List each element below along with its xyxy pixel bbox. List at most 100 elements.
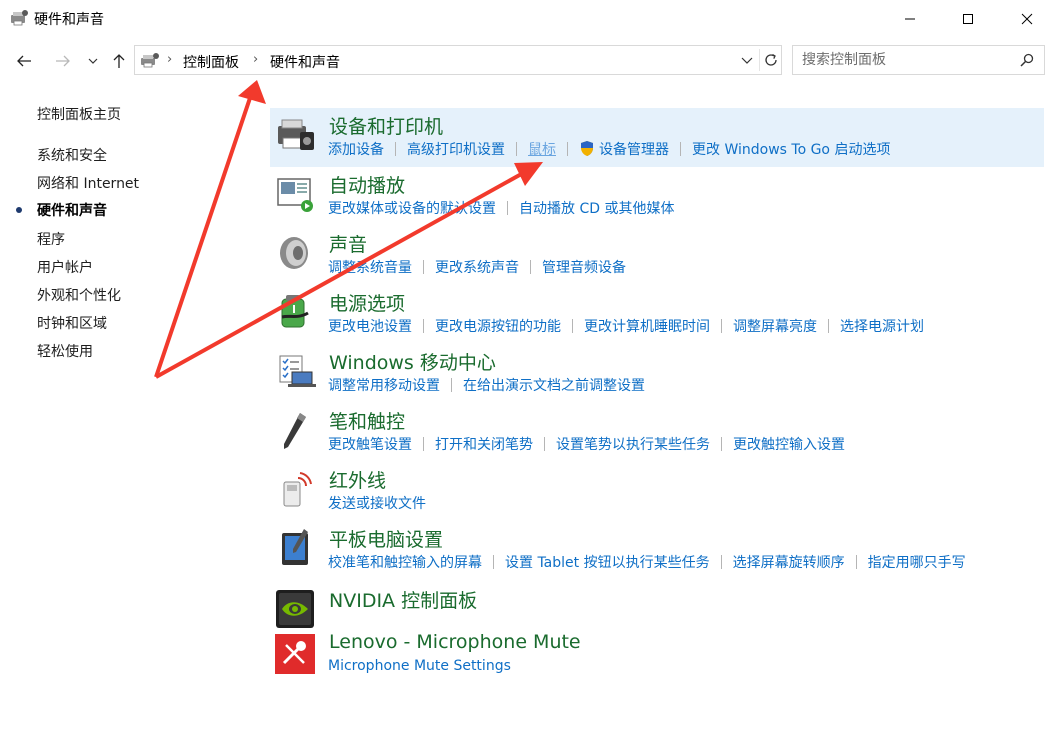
sidebar-item-ease-of-access[interactable]: 轻松使用 bbox=[37, 341, 93, 361]
category-links: 更改电池设置 更改电源按钮的功能 更改计算机睡眠时间 调整屏幕亮度 选择电源计划 bbox=[328, 316, 924, 336]
calibrate-screen-link[interactable]: 校准笔和触控输入的屏幕 bbox=[328, 555, 482, 571]
add-device-link[interactable]: 添加设备 bbox=[328, 142, 384, 158]
link-divider bbox=[680, 142, 681, 156]
link-divider bbox=[423, 319, 424, 333]
window-title: 硬件和声音 bbox=[34, 12, 104, 28]
link-divider bbox=[572, 319, 573, 333]
set-flicks-tasks-link[interactable]: 设置笔势以执行某些任务 bbox=[556, 437, 710, 453]
breadcrumb-control-panel[interactable]: 控制面板 bbox=[183, 52, 239, 72]
category-links: 发送或接收文件 bbox=[328, 493, 426, 513]
category-mobility-center: Windows 移动中心 调整常用移动设置 在给出演示文档之前调整设置 bbox=[270, 346, 1050, 404]
sidebar-item-clock-region[interactable]: 时钟和区域 bbox=[37, 313, 107, 333]
nvidia-icon bbox=[276, 590, 314, 628]
tablet-icon bbox=[282, 529, 308, 565]
category-title[interactable]: Lenovo - Microphone Mute bbox=[329, 631, 581, 653]
back-button[interactable] bbox=[12, 50, 36, 72]
common-mobility-settings-link[interactable]: 调整常用移动设置 bbox=[328, 378, 440, 394]
sidebar-item-user-accounts[interactable]: 用户帐户 bbox=[37, 257, 93, 277]
category-tablet-settings: 平板电脑设置 校准笔和触控输入的屏幕 设置 Tablet 按钮以执行某些任务 选择屏… bbox=[270, 523, 1050, 581]
sidebar-item-control-panel-home[interactable]: 控制面板主页 bbox=[37, 104, 121, 124]
breadcrumb-separator-icon[interactable]: › bbox=[253, 52, 258, 67]
send-receive-files-link[interactable]: 发送或接收文件 bbox=[328, 496, 426, 512]
category-title[interactable]: 平板电脑设置 bbox=[329, 525, 443, 552]
presentation-settings-link[interactable]: 在给出演示文档之前调整设置 bbox=[463, 378, 645, 394]
refresh-icon bbox=[764, 53, 777, 66]
windows-to-go-link[interactable]: 更改 Windows To Go 启动选项 bbox=[692, 142, 890, 158]
search-icon[interactable] bbox=[1020, 53, 1034, 67]
arrow-right-icon bbox=[56, 55, 70, 67]
toggle-flicks-link[interactable]: 打开和关闭笔势 bbox=[435, 437, 533, 453]
navigation-bar: › 控制面板 › 硬件和声音 bbox=[0, 42, 1058, 78]
category-title[interactable]: 电源选项 bbox=[329, 289, 405, 316]
link-divider bbox=[493, 555, 494, 569]
screen-brightness-link[interactable]: 调整屏幕亮度 bbox=[733, 319, 817, 335]
change-battery-settings-link[interactable]: 更改电池设置 bbox=[328, 319, 412, 335]
change-media-defaults-link[interactable]: 更改媒体或设备的默认设置 bbox=[328, 201, 496, 217]
refresh-button[interactable] bbox=[759, 49, 781, 71]
arrow-up-icon bbox=[113, 54, 125, 68]
category-links: Microphone Mute Settings bbox=[328, 658, 511, 674]
minimize-button[interactable] bbox=[887, 0, 933, 38]
link-divider bbox=[530, 260, 531, 274]
advanced-printer-settings-link[interactable]: 高级打印机设置 bbox=[407, 142, 505, 158]
sidebar-item-programs[interactable]: 程序 bbox=[37, 229, 65, 249]
minimize-icon bbox=[905, 18, 915, 20]
search-box[interactable] bbox=[792, 45, 1045, 75]
mouse-link[interactable]: 鼠标 bbox=[528, 142, 556, 158]
tablet-buttons-link[interactable]: 设置 Tablet 按钮以执行某些任务 bbox=[505, 555, 710, 571]
link-divider bbox=[721, 319, 722, 333]
category-title[interactable]: NVIDIA 控制面板 bbox=[329, 586, 477, 613]
link-divider bbox=[395, 142, 396, 156]
chevron-down-icon[interactable] bbox=[739, 54, 755, 68]
category-title[interactable]: 声音 bbox=[329, 230, 367, 257]
speaker-icon bbox=[280, 237, 308, 269]
annotation-arrow-to-breadcrumb bbox=[154, 80, 266, 378]
power-button-function-link[interactable]: 更改电源按钮的功能 bbox=[435, 319, 561, 335]
choose-power-plan-link[interactable]: 选择电源计划 bbox=[840, 319, 924, 335]
recent-locations-button[interactable] bbox=[81, 50, 105, 72]
handedness-link[interactable]: 指定用哪只手写 bbox=[868, 555, 966, 571]
breadcrumb-hardware-sound[interactable]: 硬件和声音 bbox=[270, 52, 340, 72]
change-system-sounds-link[interactable]: 更改系统声音 bbox=[435, 260, 519, 276]
forward-button[interactable] bbox=[51, 50, 75, 72]
link-divider bbox=[423, 437, 424, 451]
close-icon bbox=[1021, 13, 1033, 25]
category-title[interactable]: 笔和触控 bbox=[329, 407, 405, 434]
link-divider bbox=[567, 142, 568, 156]
infrared-icon bbox=[283, 472, 312, 507]
category-links: 校准笔和触控输入的屏幕 设置 Tablet 按钮以执行某些任务 选择屏幕旋转顺序 指定… bbox=[328, 552, 966, 572]
change-pen-settings-link[interactable]: 更改触笔设置 bbox=[328, 437, 412, 453]
category-power-options: 电源选项 更改电池设置 更改电源按钮的功能 更改计算机睡眠时间 调整屏幕亮度 选择电源计… bbox=[270, 287, 1050, 345]
sidebar-item-system-security[interactable]: 系统和安全 bbox=[37, 145, 107, 165]
microphone-mute-settings-link[interactable]: Microphone Mute Settings bbox=[328, 658, 511, 674]
close-button[interactable] bbox=[1004, 0, 1050, 38]
category-title[interactable]: 设备和打印机 bbox=[329, 112, 443, 139]
maximize-icon bbox=[963, 14, 973, 24]
title-bar: 硬件和声音 bbox=[0, 0, 1058, 38]
sidebar-item-appearance[interactable]: 外观和个性化 bbox=[37, 285, 121, 305]
category-links: 更改触笔设置 打开和关闭笔势 设置笔势以执行某些任务 更改触控输入设置 bbox=[328, 434, 845, 454]
category-links: 调整常用移动设置 在给出演示文档之前调整设置 bbox=[328, 375, 645, 395]
device-manager-link[interactable]: 设备管理器 bbox=[599, 142, 669, 158]
chevron-down-icon bbox=[88, 58, 98, 64]
autoplay-icon bbox=[277, 178, 313, 212]
category-links: 更改媒体或设备的默认设置 自动播放 CD 或其他媒体 bbox=[328, 198, 674, 218]
category-devices-printers: 设备和打印机 添加设备 高级打印机设置 鼠标 设备管理器 更改 Windows To G… bbox=[270, 110, 1050, 168]
link-divider bbox=[855, 555, 857, 569]
category-title[interactable]: Windows 移动中心 bbox=[329, 348, 496, 375]
screen-rotation-link[interactable]: 选择屏幕旋转顺序 bbox=[733, 555, 845, 571]
manage-audio-devices-link[interactable]: 管理音频设备 bbox=[542, 260, 626, 276]
maximize-button[interactable] bbox=[945, 0, 991, 38]
sleep-time-link[interactable]: 更改计算机睡眠时间 bbox=[584, 319, 710, 335]
autoplay-cd-link[interactable]: 自动播放 CD 或其他媒体 bbox=[519, 201, 674, 217]
breadcrumb-separator-icon[interactable]: › bbox=[167, 52, 172, 67]
category-title[interactable]: 自动播放 bbox=[329, 171, 405, 198]
touch-input-settings-link[interactable]: 更改触控输入设置 bbox=[733, 437, 845, 453]
power-options-icon bbox=[281, 295, 309, 328]
category-title[interactable]: 红外线 bbox=[329, 466, 386, 493]
search-input[interactable] bbox=[793, 46, 1013, 74]
address-bar[interactable]: › 控制面板 › 硬件和声音 bbox=[134, 45, 782, 75]
adjust-volume-link[interactable]: 调整系统音量 bbox=[328, 260, 412, 276]
sidebar-item-network-internet[interactable]: 网络和 Internet bbox=[37, 173, 139, 193]
up-button[interactable] bbox=[107, 50, 131, 72]
